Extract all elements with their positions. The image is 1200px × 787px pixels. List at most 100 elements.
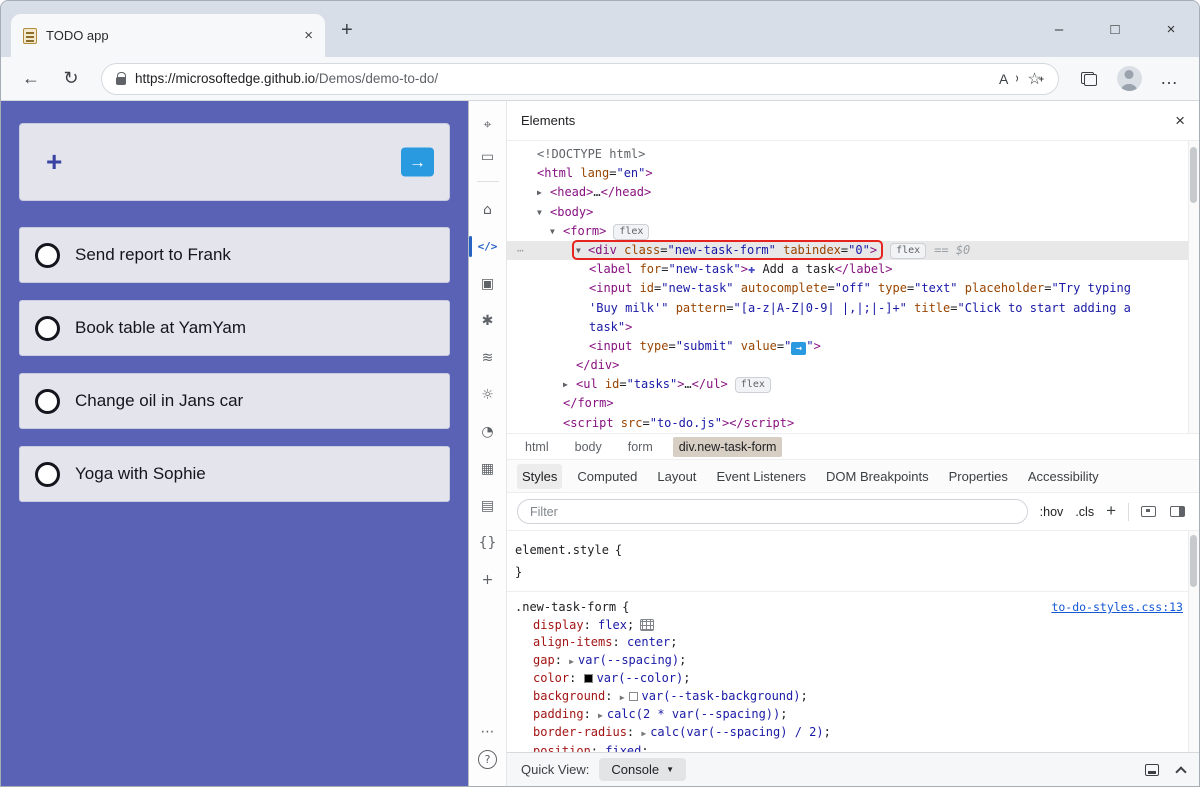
quick-view-selector[interactable]: Console ▼ xyxy=(599,758,686,781)
css-property[interactable]: color: var(--color); xyxy=(507,670,1199,687)
task-item[interactable]: Yoga with Sophie xyxy=(19,446,450,502)
breadcrumb-item[interactable]: html xyxy=(519,437,555,457)
performance-icon[interactable]: ◔ xyxy=(473,418,503,445)
css-rule-selector[interactable]: .new-task-form xyxy=(515,597,616,617)
more-tools-icon[interactable]: ⋯ xyxy=(473,718,503,745)
settings-more-icon[interactable]: … xyxy=(1151,62,1187,96)
performance-insights-icon[interactable]: ☼ xyxy=(473,381,503,408)
dom-tree-node[interactable]: <input type="submit" value="→"> xyxy=(507,337,1199,356)
new-tab-button[interactable]: + xyxy=(341,19,353,42)
window-minimize-button[interactable]: – xyxy=(1031,21,1087,38)
lock-icon[interactable] xyxy=(116,70,126,88)
css-property[interactable]: background: ▶var(--task-background); xyxy=(507,688,1199,706)
tab-dom-breakpoints[interactable]: DOM Breakpoints xyxy=(821,464,934,489)
dom-tree-node[interactable]: ⋯▼<div class="new-task-form" tabindex="0… xyxy=(507,241,1199,260)
elements-icon[interactable]: </> xyxy=(473,233,503,260)
refresh-button[interactable]: ↻ xyxy=(53,62,89,96)
css-source-link[interactable]: to-do-styles.css:13 xyxy=(1051,597,1183,617)
task-checkbox[interactable] xyxy=(35,243,60,268)
dom-tree-node[interactable]: ▼<form>flex xyxy=(507,222,1199,241)
device-toolbar-icon[interactable]: ▭ xyxy=(473,143,503,170)
devtools-close-icon[interactable]: × xyxy=(1175,111,1185,131)
console-icon[interactable]: ▣ xyxy=(473,270,503,297)
dom-tree-node[interactable]: </form> xyxy=(507,394,1199,413)
back-button[interactable]: ← xyxy=(13,62,49,96)
css-property[interactable]: border-radius: ▶calc(var(--spacing) / 2)… xyxy=(507,724,1199,742)
tab-styles[interactable]: Styles xyxy=(517,464,562,489)
task-item[interactable]: Book table at YamYam xyxy=(19,300,450,356)
home-icon[interactable]: ⌂ xyxy=(473,196,503,223)
dom-tree-node[interactable]: task"> xyxy=(507,318,1199,337)
task-item[interactable]: Send report to Frank xyxy=(19,227,450,283)
flex-badge[interactable]: flex xyxy=(613,224,649,240)
collections-icon[interactable] xyxy=(1071,62,1107,96)
application-icon[interactable]: ▤ xyxy=(473,492,503,519)
css-property[interactable]: gap: ▶var(--spacing); xyxy=(507,652,1199,670)
window-maximize-button[interactable]: □ xyxy=(1087,21,1143,38)
expand-icon[interactable]: ▶ xyxy=(569,657,574,666)
new-style-rule-button[interactable]: + xyxy=(1106,501,1116,521)
css-property[interactable]: padding: ▶calc(2 * var(--spacing)); xyxy=(507,706,1199,724)
rendering-emulation-icon[interactable] xyxy=(1141,506,1156,517)
inspect-icon[interactable]: ⌖ xyxy=(473,111,503,138)
dom-tree-node[interactable]: <!DOCTYPE html> xyxy=(507,145,1199,164)
styles-scrollbar[interactable] xyxy=(1188,531,1199,752)
collapse-icon[interactable]: ▼ xyxy=(550,222,563,241)
task-checkbox[interactable] xyxy=(35,389,60,414)
dom-tree-node[interactable]: <script src="to-do.js"></script> xyxy=(507,414,1199,433)
tab-close-icon[interactable]: × xyxy=(304,27,313,44)
task-item[interactable]: Change oil in Jans car xyxy=(19,373,450,429)
color-swatch[interactable] xyxy=(584,674,593,683)
node-more-actions-icon[interactable]: ⋯ xyxy=(517,241,525,260)
issues-icon[interactable]: ✱ xyxy=(473,307,503,334)
expand-icon[interactable]: ▶ xyxy=(563,375,576,394)
open-console-panel-icon[interactable] xyxy=(1145,764,1159,776)
tab-accessibility[interactable]: Accessibility xyxy=(1023,464,1104,489)
tab-computed[interactable]: Computed xyxy=(572,464,642,489)
dom-tree-node[interactable]: <label for="new-task">✚ Add a task</labe… xyxy=(507,260,1199,279)
memory-icon[interactable]: ▦ xyxy=(473,455,503,482)
element-style-selector[interactable]: element.style xyxy=(515,543,609,557)
expand-icon[interactable]: ▶ xyxy=(620,693,625,702)
new-task-form[interactable]: + → xyxy=(19,123,450,201)
dom-tree-node[interactable]: ▶<head>…</head> xyxy=(507,183,1199,202)
grid-editor-icon[interactable] xyxy=(640,619,654,631)
breadcrumb-item[interactable]: div.new-task-form xyxy=(673,437,783,457)
css-property[interactable]: display: flex; xyxy=(507,617,1199,634)
expand-quick-view-icon[interactable] xyxy=(1175,766,1186,777)
profile-avatar[interactable] xyxy=(1111,62,1147,96)
new-task-input[interactable] xyxy=(80,144,389,182)
task-checkbox[interactable] xyxy=(35,316,60,341)
address-bar[interactable]: https://microsoftedge.github.io/Demos/de… xyxy=(101,63,1059,95)
tab-event-listeners[interactable]: Event Listeners xyxy=(711,464,811,489)
expand-icon[interactable]: ▶ xyxy=(641,729,646,738)
read-aloud-icon[interactable]: A xyxy=(999,71,1018,87)
collapse-icon[interactable]: ▼ xyxy=(576,241,588,260)
dom-tree-node[interactable]: ▶<ul id="tasks">…</ul>flex xyxy=(507,375,1199,394)
browser-tab[interactable]: TODO app × xyxy=(11,14,325,57)
css-property[interactable]: align-items: center; xyxy=(507,634,1199,651)
computed-sidebar-toggle-icon[interactable] xyxy=(1170,506,1185,517)
element-classes-button[interactable]: .cls xyxy=(1075,505,1094,519)
help-icon[interactable]: ? xyxy=(478,750,497,769)
network-icon[interactable]: ≋ xyxy=(473,344,503,371)
expand-icon[interactable]: ▶ xyxy=(537,183,550,202)
element-style-rule[interactable]: element.style{ xyxy=(507,539,1199,561)
sources-icon[interactable]: {} xyxy=(473,529,503,556)
add-tools-icon[interactable]: + xyxy=(473,566,503,593)
collapse-icon[interactable]: ▼ xyxy=(537,203,550,222)
css-property[interactable]: position: fixed; xyxy=(507,743,1199,752)
dom-tree-node[interactable]: ▼<body> xyxy=(507,203,1199,222)
dom-tree-node[interactable]: </div> xyxy=(507,356,1199,375)
submit-task-button[interactable]: → xyxy=(401,148,434,177)
styles-filter-input[interactable] xyxy=(517,499,1028,524)
tab-properties[interactable]: Properties xyxy=(944,464,1013,489)
flex-badge[interactable]: flex xyxy=(735,377,771,393)
add-favorite-icon[interactable]: ☆+ xyxy=(1027,69,1044,89)
expand-icon[interactable]: ▶ xyxy=(598,711,603,720)
tab-layout[interactable]: Layout xyxy=(652,464,701,489)
task-checkbox[interactable] xyxy=(35,462,60,487)
color-swatch[interactable] xyxy=(629,692,638,701)
dom-tree-scrollbar[interactable] xyxy=(1188,141,1199,433)
toggle-element-state-button[interactable]: :hov xyxy=(1040,505,1064,519)
